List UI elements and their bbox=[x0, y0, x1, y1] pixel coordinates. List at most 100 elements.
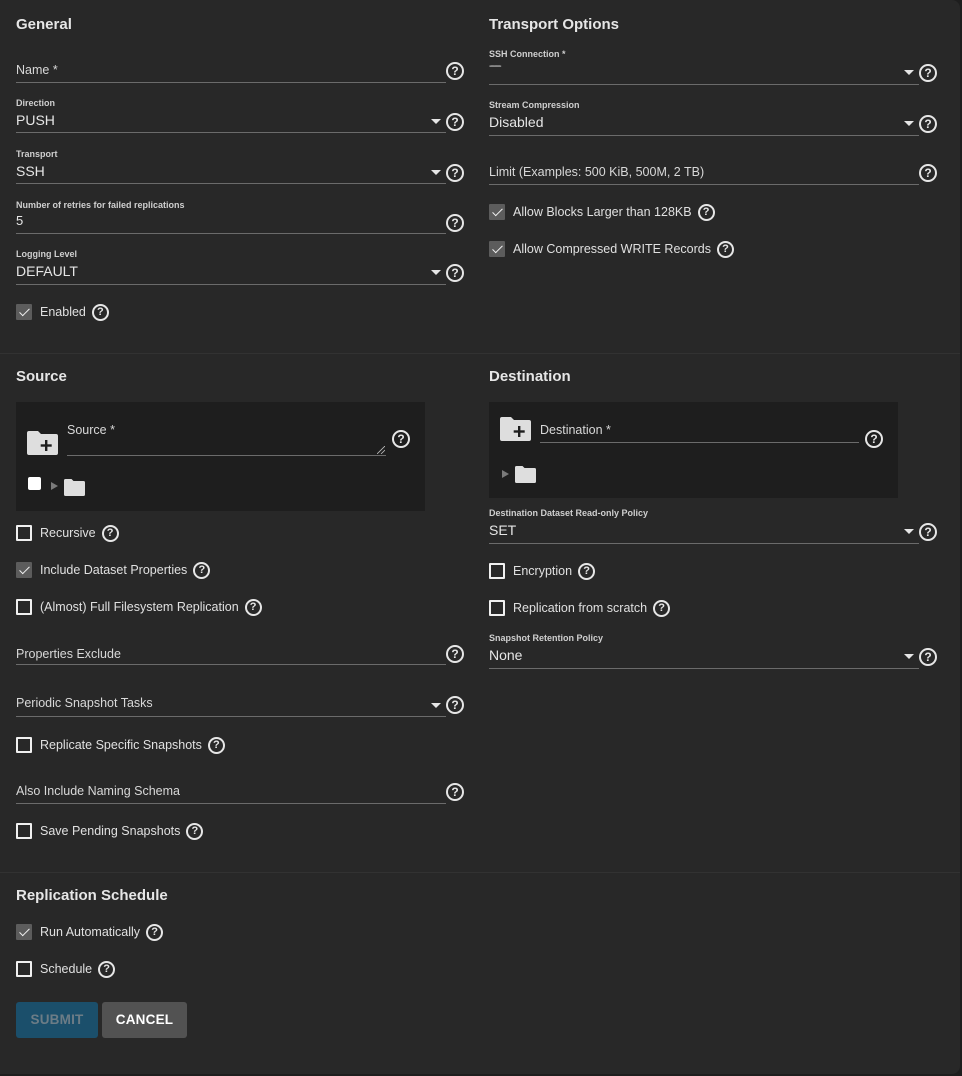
submit-button[interactable]: SUBMIT bbox=[16, 1002, 98, 1038]
help-icon[interactable]: ? bbox=[446, 696, 464, 714]
chevron-down-icon[interactable] bbox=[431, 170, 441, 175]
ssh-connection-select[interactable]: SSH Connection * -------- ? bbox=[489, 47, 939, 85]
help-icon[interactable]: ? bbox=[865, 430, 883, 448]
run-automatically-row[interactable]: Run Automatically ? bbox=[16, 923, 164, 941]
create-folder-icon[interactable] bbox=[500, 417, 531, 441]
help-icon[interactable]: ? bbox=[146, 923, 164, 941]
retries-value: 5 bbox=[16, 213, 24, 228]
readonly-policy-select[interactable]: Destination Dataset Read-only Policy SET… bbox=[489, 506, 939, 544]
help-icon[interactable]: ? bbox=[446, 113, 464, 131]
help-icon[interactable]: ? bbox=[101, 524, 119, 542]
name-input[interactable]: Name * ? bbox=[16, 60, 466, 84]
from-scratch-row[interactable]: Replication from scratch ? bbox=[489, 599, 671, 617]
help-icon[interactable]: ? bbox=[98, 960, 116, 978]
schedule-checkbox[interactable] bbox=[16, 961, 32, 977]
full-filesystem-row[interactable]: (Almost) Full Filesystem Replication ? bbox=[16, 598, 262, 616]
stream-compression-value: Disabled bbox=[489, 114, 544, 130]
recursive-row[interactable]: Recursive ? bbox=[16, 524, 119, 542]
help-icon[interactable]: ? bbox=[919, 64, 937, 82]
allow-compressed-row[interactable]: Allow Compressed WRITE Records ? bbox=[489, 240, 734, 258]
help-icon[interactable]: ? bbox=[446, 264, 464, 282]
help-icon[interactable]: ? bbox=[392, 430, 410, 448]
allow-large-blocks-checkbox[interactable] bbox=[489, 204, 505, 220]
chevron-down-icon[interactable] bbox=[904, 529, 914, 534]
logging-value: DEFAULT bbox=[16, 263, 78, 279]
help-icon[interactable]: ? bbox=[919, 115, 937, 133]
replicate-specific-checkbox[interactable] bbox=[16, 737, 32, 753]
help-icon[interactable]: ? bbox=[653, 599, 671, 617]
help-icon[interactable]: ? bbox=[244, 598, 262, 616]
encryption-checkbox[interactable] bbox=[489, 563, 505, 579]
transport-select[interactable]: Transport SSH ? bbox=[16, 147, 466, 185]
cancel-button[interactable]: CANCEL bbox=[102, 1002, 187, 1038]
include-properties-checkbox[interactable] bbox=[16, 562, 32, 578]
properties-exclude-input[interactable]: Properties Exclude ? bbox=[16, 644, 466, 668]
allow-large-blocks-row[interactable]: Allow Blocks Larger than 128KB ? bbox=[489, 203, 715, 221]
help-icon[interactable]: ? bbox=[446, 645, 464, 663]
enabled-checkbox-row[interactable]: Enabled ? bbox=[16, 303, 109, 321]
save-pending-row[interactable]: Save Pending Snapshots ? bbox=[16, 822, 204, 840]
help-icon[interactable]: ? bbox=[578, 562, 596, 580]
expand-arrow-icon[interactable] bbox=[502, 470, 509, 478]
encryption-row[interactable]: Encryption ? bbox=[489, 562, 596, 580]
chevron-down-icon[interactable] bbox=[904, 70, 914, 75]
periodic-snapshot-tasks-select[interactable]: Periodic Snapshot Tasks ? bbox=[16, 693, 466, 719]
chevron-down-icon[interactable] bbox=[431, 703, 441, 708]
help-icon[interactable]: ? bbox=[919, 648, 937, 666]
run-automatically-checkbox[interactable] bbox=[16, 924, 32, 940]
schedule-row[interactable]: Schedule ? bbox=[16, 960, 116, 978]
retention-policy-select[interactable]: Snapshot Retention Policy None ? bbox=[489, 631, 939, 669]
help-icon[interactable]: ? bbox=[697, 203, 715, 221]
help-icon[interactable]: ? bbox=[91, 303, 109, 321]
section-divider bbox=[0, 872, 960, 873]
section-title-destination: Destination bbox=[489, 368, 571, 385]
help-icon[interactable]: ? bbox=[446, 62, 464, 80]
limit-input[interactable]: Limit (Examples: 500 KiB, 500M, 2 TB) ? bbox=[489, 162, 939, 186]
help-icon[interactable]: ? bbox=[919, 164, 937, 182]
logging-underline bbox=[16, 284, 446, 285]
from-scratch-label: Replication from scratch bbox=[513, 601, 648, 615]
help-icon[interactable]: ? bbox=[446, 783, 464, 801]
help-icon[interactable]: ? bbox=[919, 523, 937, 541]
include-properties-label: Include Dataset Properties bbox=[40, 563, 188, 577]
ssh-connection-underline bbox=[489, 84, 919, 85]
direction-select[interactable]: Direction PUSH ? bbox=[16, 96, 466, 134]
stream-compression-select[interactable]: Stream Compression Disabled ? bbox=[489, 98, 939, 136]
recursive-checkbox[interactable] bbox=[16, 525, 32, 541]
textarea-resize-handle[interactable] bbox=[377, 446, 385, 454]
chevron-down-icon[interactable] bbox=[431, 119, 441, 124]
limit-placeholder: Limit (Examples: 500 KiB, 500M, 2 TB) bbox=[489, 165, 705, 179]
logging-level-select[interactable]: Logging Level DEFAULT ? bbox=[16, 247, 466, 285]
stream-compression-label: Stream Compression bbox=[489, 100, 580, 110]
retries-input[interactable]: Number of retries for failed replication… bbox=[16, 198, 466, 236]
full-filesystem-label: (Almost) Full Filesystem Replication bbox=[40, 600, 239, 614]
naming-schema-input[interactable]: Also Include Naming Schema ? bbox=[16, 781, 466, 805]
expand-arrow-icon[interactable] bbox=[51, 482, 58, 490]
create-folder-icon[interactable] bbox=[27, 431, 58, 455]
readonly-policy-value: SET bbox=[489, 522, 517, 538]
chevron-down-icon[interactable] bbox=[904, 121, 914, 126]
help-icon[interactable]: ? bbox=[716, 240, 734, 258]
include-properties-row[interactable]: Include Dataset Properties ? bbox=[16, 561, 211, 579]
limit-underline bbox=[489, 184, 919, 185]
chevron-down-icon[interactable] bbox=[904, 654, 914, 659]
help-icon[interactable]: ? bbox=[193, 561, 211, 579]
full-filesystem-checkbox[interactable] bbox=[16, 599, 32, 615]
transport-underline bbox=[16, 183, 446, 184]
schedule-label: Schedule bbox=[40, 962, 93, 976]
properties-exclude-underline bbox=[16, 664, 446, 665]
naming-schema-underline bbox=[16, 803, 446, 804]
destination-input[interactable]: Destination * bbox=[540, 420, 870, 444]
save-pending-checkbox[interactable] bbox=[16, 823, 32, 839]
help-icon[interactable]: ? bbox=[446, 214, 464, 232]
replicate-specific-row[interactable]: Replicate Specific Snapshots ? bbox=[16, 736, 225, 754]
help-icon[interactable]: ? bbox=[446, 164, 464, 182]
chevron-down-icon[interactable] bbox=[431, 270, 441, 275]
help-icon[interactable]: ? bbox=[186, 822, 204, 840]
enabled-checkbox[interactable] bbox=[16, 304, 32, 320]
allow-compressed-checkbox[interactable] bbox=[489, 241, 505, 257]
help-icon[interactable]: ? bbox=[207, 736, 225, 754]
source-input[interactable]: Source * bbox=[67, 420, 397, 456]
from-scratch-checkbox[interactable] bbox=[489, 600, 505, 616]
tree-node-checkbox[interactable] bbox=[28, 477, 41, 490]
